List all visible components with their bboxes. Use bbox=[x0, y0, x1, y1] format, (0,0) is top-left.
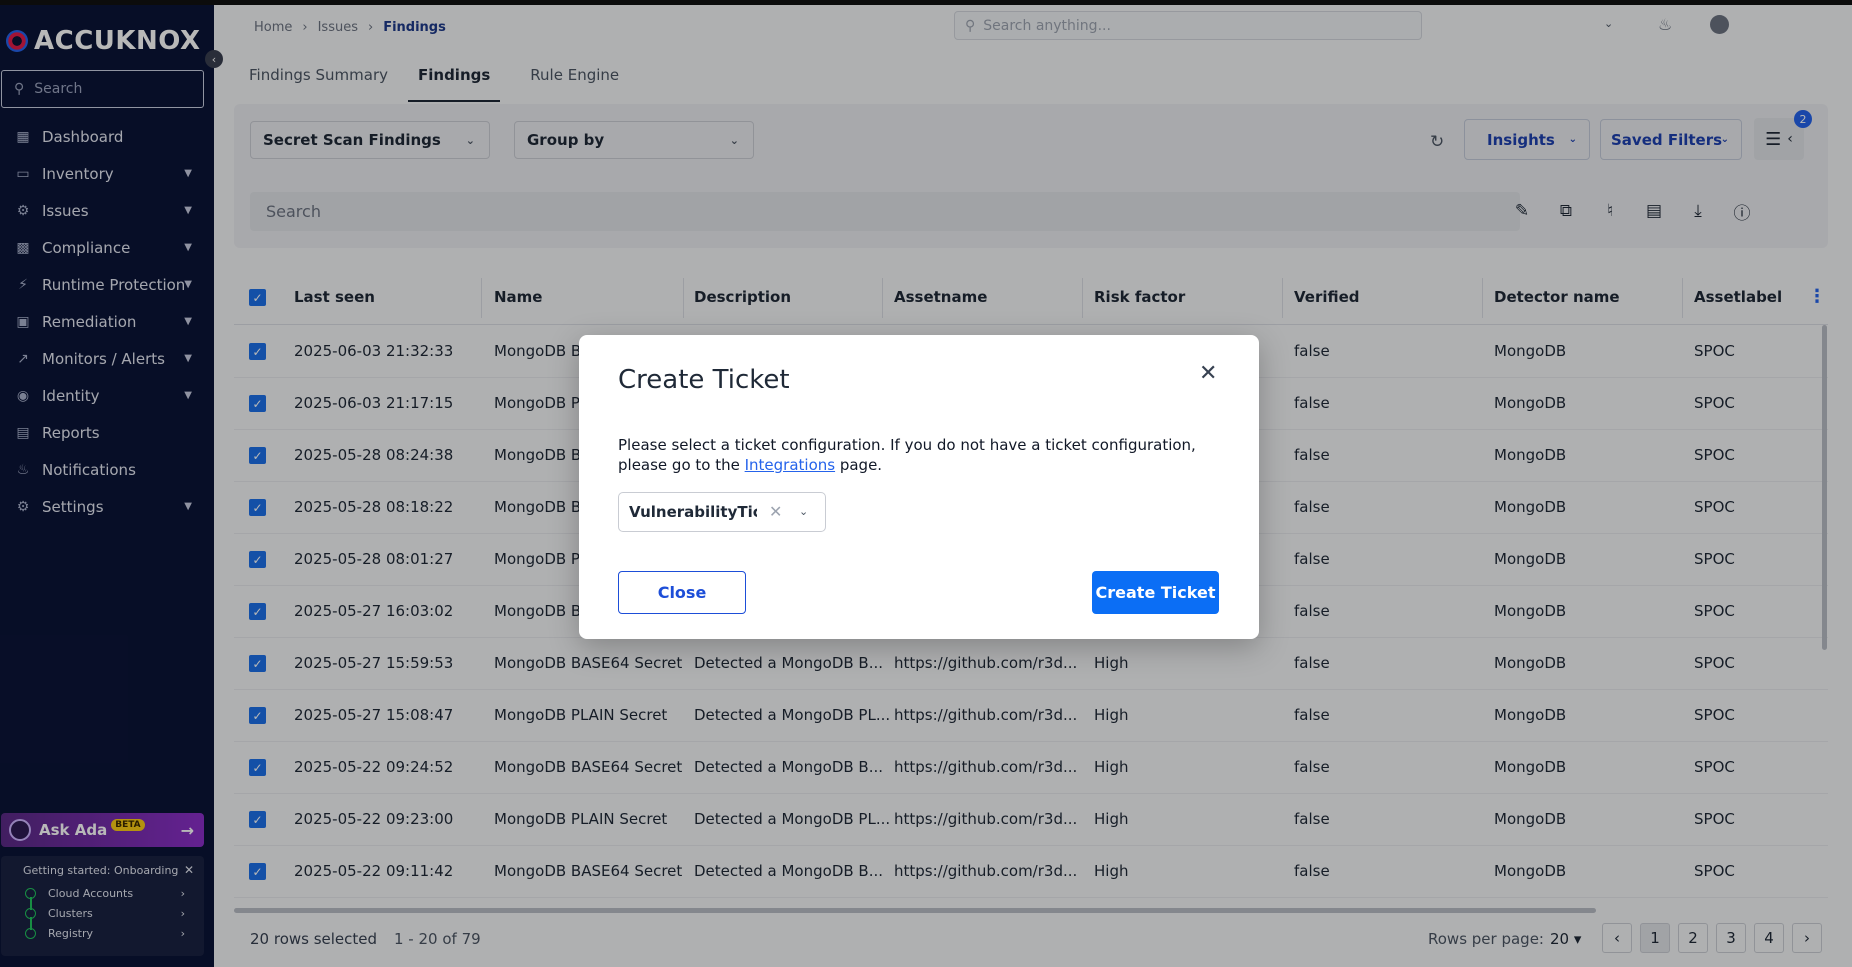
ticket-config-value: VulnerabilityTicket bbox=[629, 503, 757, 521]
message-text: Please select a ticket configuration. If… bbox=[618, 436, 1196, 474]
create-ticket-button[interactable]: Create Ticket bbox=[1092, 571, 1219, 614]
integrations-link[interactable]: Integrations bbox=[745, 456, 835, 474]
close-button[interactable]: Close bbox=[618, 571, 746, 614]
dialog-message: Please select a ticket configuration. If… bbox=[618, 435, 1228, 475]
message-text-end: page. bbox=[835, 456, 883, 474]
create-ticket-dialog: Create Ticket ✕ Please select a ticket c… bbox=[579, 335, 1259, 639]
clear-icon[interactable]: ✕ bbox=[769, 502, 782, 521]
dialog-title: Create Ticket bbox=[618, 365, 790, 395]
close-icon[interactable]: ✕ bbox=[1199, 361, 1217, 386]
ticket-config-select[interactable]: VulnerabilityTicket ✕ ⌄ bbox=[618, 492, 826, 532]
chevron-down-icon[interactable]: ⌄ bbox=[799, 505, 808, 518]
